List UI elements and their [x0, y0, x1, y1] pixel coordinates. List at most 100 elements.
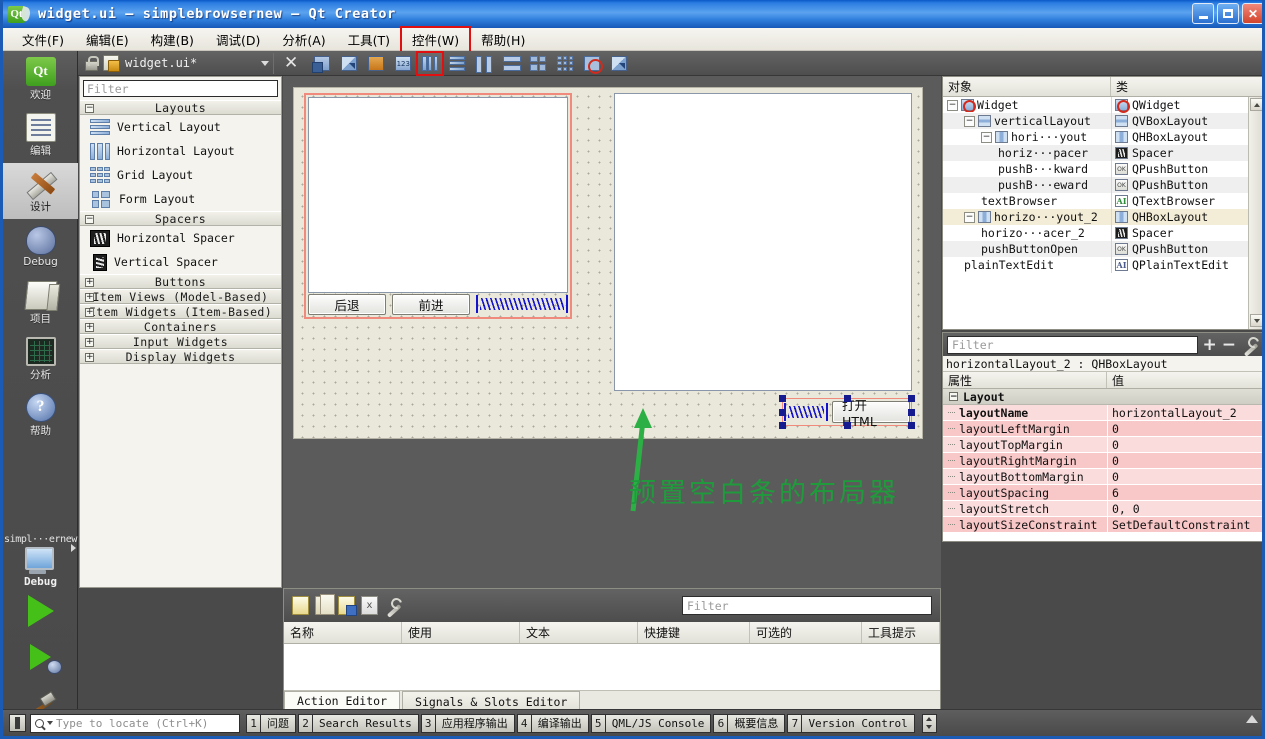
- layout-grid-button[interactable]: [553, 53, 577, 74]
- chevron-down-icon[interactable]: [261, 60, 269, 66]
- mode-项目[interactable]: 项目: [3, 275, 78, 331]
- expand-collapse-icon[interactable]: +: [85, 293, 94, 302]
- menu-item-2[interactable]: 构建(B): [140, 27, 205, 52]
- menu-item-4[interactable]: 分析(A): [271, 27, 336, 52]
- object-tree-row[interactable]: − verticalLayout QVBoxLayout: [943, 113, 1262, 129]
- output-pane-button-1[interactable]: 1 问题: [246, 713, 296, 733]
- resize-handle-se[interactable]: [908, 422, 915, 429]
- output-pane-button-2[interactable]: 2 Search Results: [298, 713, 419, 733]
- object-tree-row[interactable]: plainTextEdit AI QPlainTextEdit: [943, 257, 1262, 273]
- object-tree-row[interactable]: pushButtonOpen OK QPushButton: [943, 241, 1262, 257]
- resize-handle-n[interactable]: [843, 395, 851, 402]
- mode-帮助[interactable]: ? 帮助: [3, 387, 78, 443]
- tab-0[interactable]: Action Editor: [284, 691, 401, 711]
- object-tree-row[interactable]: horizo···acer_2 Spacer: [943, 225, 1262, 241]
- delete-document-icon[interactable]: x: [361, 596, 378, 615]
- property-value[interactable]: 0, 0: [1107, 501, 1262, 516]
- expand-collapse-icon[interactable]: +: [85, 278, 94, 287]
- object-tree-scrollbar[interactable]: [1248, 97, 1262, 329]
- vertical-layout-region[interactable]: 后退 前进: [304, 93, 572, 319]
- open-html-button[interactable]: 打开HTML: [832, 398, 910, 429]
- expand-collapse-icon[interactable]: −: [964, 115, 975, 127]
- output-pane-button-6[interactable]: 6 概要信息: [713, 713, 786, 733]
- forward-button[interactable]: 前进: [392, 293, 470, 315]
- object-tree-row[interactable]: − hori···yout QHBoxLayout: [943, 129, 1262, 145]
- object-tree-row[interactable]: horiz···pacer Spacer: [943, 145, 1262, 161]
- selected-horizontal-layout[interactable]: 打开HTML: [779, 395, 915, 429]
- edit-signals-slots-button[interactable]: [337, 53, 361, 74]
- layout-form-button[interactable]: [526, 53, 550, 74]
- close-document-button[interactable]: ✕: [284, 54, 298, 72]
- mode-编辑[interactable]: 编辑: [3, 107, 78, 163]
- chevron-down-icon[interactable]: [47, 721, 53, 725]
- toggle-sidebar-button[interactable]: [9, 714, 26, 732]
- output-pane-button-4[interactable]: 4 编译输出: [516, 713, 589, 733]
- widgetbox-item-0-1[interactable]: Horizontal Layout: [80, 139, 281, 163]
- action-filter-input[interactable]: Filter: [682, 596, 932, 615]
- property-value[interactable]: 0: [1107, 437, 1262, 452]
- widgetbox-category-1[interactable]: − Spacers: [80, 211, 281, 226]
- output-pane-button-3[interactable]: 3 应用程序输出: [420, 713, 515, 733]
- resize-handle-w[interactable]: [779, 408, 786, 416]
- collapse-icon[interactable]: −: [949, 392, 958, 402]
- locator-input[interactable]: Type to locate (Ctrl+K): [30, 713, 240, 733]
- output-pane-button-5[interactable]: 5 QML/JS Console: [590, 713, 712, 733]
- menu-item-3[interactable]: 调试(D): [205, 27, 271, 52]
- scroll-down-button[interactable]: [1250, 314, 1262, 327]
- resize-handle-nw[interactable]: [779, 395, 786, 402]
- expand-collapse-icon[interactable]: −: [981, 131, 992, 143]
- mode-欢迎[interactable]: Qt 欢迎: [3, 51, 78, 107]
- object-tree-row[interactable]: − Widget QWidget: [943, 97, 1262, 113]
- action-column-3[interactable]: 快捷键: [638, 622, 750, 643]
- horizontal-layout-region[interactable]: 后退 前进: [308, 293, 568, 315]
- minimize-button[interactable]: [1192, 3, 1214, 24]
- property-value[interactable]: SetDefaultConstraint: [1107, 517, 1262, 532]
- add-property-button[interactable]: +: [1203, 336, 1217, 353]
- widgetbox-item-0-2[interactable]: Grid Layout: [80, 163, 281, 187]
- property-value[interactable]: 0: [1107, 421, 1262, 436]
- property-value[interactable]: 0: [1107, 453, 1262, 468]
- widgetbox-category-0[interactable]: − Layouts: [80, 100, 281, 115]
- wrench-icon[interactable]: [384, 597, 402, 615]
- widgetbox-item-1-0[interactable]: Horizontal Spacer: [80, 226, 281, 250]
- widgetbox-category-3[interactable]: + Item Views (Model-Based): [80, 289, 281, 304]
- object-tree-row[interactable]: − horizo···yout_2 QHBoxLayout: [943, 209, 1262, 225]
- scroll-up-button[interactable]: [1250, 98, 1262, 111]
- expand-collapse-icon[interactable]: −: [947, 99, 958, 111]
- edit-widgets-button[interactable]: [310, 53, 334, 74]
- output-pane-spinner[interactable]: [921, 713, 937, 733]
- form-canvas[interactable]: 后退 前进 打开HTML 预置空白条的布局器: [283, 76, 941, 588]
- tab-1[interactable]: Signals & Slots Editor: [402, 691, 581, 711]
- mode-设计[interactable]: 设计: [3, 163, 78, 219]
- edit-buddies-button[interactable]: [364, 53, 388, 74]
- action-column-0[interactable]: 名称: [284, 622, 402, 643]
- action-column-2[interactable]: 文本: [520, 622, 638, 643]
- expand-collapse-icon[interactable]: −: [964, 211, 975, 223]
- expand-collapse-icon[interactable]: +: [85, 308, 94, 317]
- object-tree-row[interactable]: textBrowser AI QTextBrowser: [943, 193, 1262, 209]
- start-debugging-button[interactable]: [3, 634, 78, 680]
- horizontal-spacer-widget[interactable]: [476, 295, 568, 313]
- plain-text-edit-widget[interactable]: [614, 93, 912, 391]
- menu-item-0[interactable]: 文件(F): [11, 27, 75, 52]
- layout-splitter-vertical-button[interactable]: [499, 53, 523, 74]
- expand-collapse-icon[interactable]: +: [85, 338, 94, 347]
- layout-vertically-button[interactable]: [445, 53, 469, 74]
- property-value[interactable]: horizontalLayout_2: [1107, 405, 1262, 420]
- expand-collapse-icon[interactable]: −: [85, 104, 94, 113]
- progress-details-icon[interactable]: [1246, 715, 1258, 723]
- open-documents-combo[interactable]: widget.ui*: [84, 52, 274, 74]
- expand-collapse-icon[interactable]: +: [85, 323, 94, 332]
- edit-tab-order-button[interactable]: 123: [391, 53, 415, 74]
- wrench-icon[interactable]: [1241, 336, 1259, 354]
- resize-handle-s[interactable]: [843, 422, 851, 429]
- property-row[interactable]: layoutName horizontalLayout_2: [943, 405, 1262, 421]
- horizontal-spacer-widget-2[interactable]: [784, 403, 828, 421]
- property-row[interactable]: layoutLeftMargin 0: [943, 421, 1262, 437]
- adjust-size-button[interactable]: [607, 53, 631, 74]
- resize-handle-ne[interactable]: [908, 395, 915, 402]
- mode-分析[interactable]: 分析: [3, 331, 78, 387]
- object-tree-row[interactable]: pushB···kward OK QPushButton: [943, 161, 1262, 177]
- back-button[interactable]: 后退: [308, 293, 386, 315]
- widgetbox-item-0-3[interactable]: Form Layout: [80, 187, 281, 211]
